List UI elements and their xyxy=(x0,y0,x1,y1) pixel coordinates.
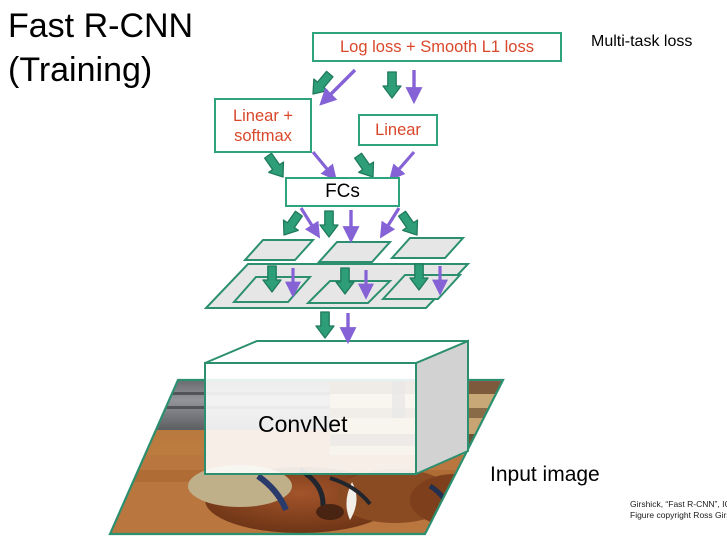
box-fcs-label: FCs xyxy=(325,181,360,202)
credit-line-2: Figure copyright Ross Girshick, 2015. xyxy=(630,510,727,520)
slide-canvas: ConvNet Log loss + Smooth L1 loss Linear… xyxy=(0,0,727,538)
credit-line-1: Girshick, “Fast R-CNN”, ICCV 2015 xyxy=(630,499,727,509)
forward-arrow-roi-pool-2 xyxy=(335,267,355,295)
forward-arrow-roi-to-fcs-left xyxy=(275,207,307,241)
multitask-loss-label: Multi-task loss xyxy=(591,33,693,50)
box-loss[interactable]: Log loss + Smooth L1 loss xyxy=(312,32,562,62)
page-title: Fast R-CNN (Training) xyxy=(8,7,194,89)
box-loss-label: Log loss + Smooth L1 loss xyxy=(340,38,534,56)
figure-credit: Girshick, “Fast R-CNN”, ICCV 2015 Figure… xyxy=(630,499,727,521)
forward-arrow-linear-to-loss xyxy=(382,71,402,99)
box-linear-label: Linear xyxy=(375,121,421,139)
box-linear-softmax-label: Linear + softmax xyxy=(232,106,294,145)
forward-arrow-convnet-to-featuremap xyxy=(315,311,335,339)
forward-arrow-roi-to-fcs-center xyxy=(319,210,339,238)
forward-arrow-roi-pool-3 xyxy=(409,263,429,291)
forward-arrow-roi-pool-1 xyxy=(262,265,282,293)
backward-arrow-fcs-to-roi-left xyxy=(299,207,321,239)
box-linear-softmax[interactable]: Linear + softmax xyxy=(214,98,312,153)
convnet-label: ConvNet xyxy=(258,411,348,437)
box-linear[interactable]: Linear xyxy=(358,114,438,146)
backward-arrow-linear-softmax-to-fcs xyxy=(311,150,337,181)
forward-arrow-roi-to-fcs-right xyxy=(394,207,426,241)
backward-arrow-fcs-to-roi-right xyxy=(379,207,401,239)
input-image-label: Input image xyxy=(490,463,600,486)
backward-arrow-linear-to-fcs xyxy=(388,150,416,181)
box-fcs[interactable]: FCs xyxy=(285,177,400,207)
